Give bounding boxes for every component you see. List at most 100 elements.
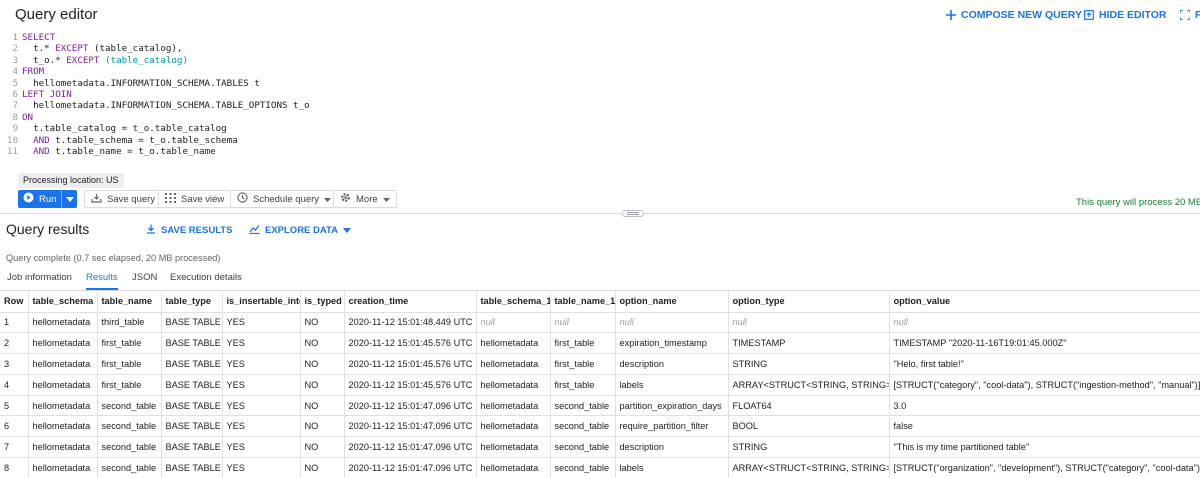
table-cell: third_table (97, 312, 162, 334)
explore-data-button[interactable]: EXPLORE DATA (249, 224, 352, 237)
table-cell: 2020-11-12 15:01:47.096 UTC (344, 395, 477, 417)
table-cell: BASE TABLE (161, 312, 223, 334)
table-row[interactable]: 4 hellometadata first_table BASE TABLE YES NO… (0, 374, 1200, 396)
code-line[interactable]: 7 hellometadata.INFORMATION_SCHEMA.TABLE… (0, 100, 1200, 111)
code-line[interactable]: 10 AND t.table_schema = t_o.table_schema (0, 135, 1200, 146)
table-cell: hellometadata (476, 457, 551, 478)
code-line[interactable]: 1 SELECT (0, 32, 1200, 43)
code-token: AND (33, 134, 50, 146)
table-cell: hellometadata (476, 436, 551, 459)
table-cell: null (889, 312, 1200, 334)
table-cell: description (615, 436, 729, 459)
table-cell: 1 (0, 312, 29, 334)
table-row[interactable]: 3 hellometadata first_table BASE TABLE YES NO… (0, 353, 1200, 375)
table-row[interactable]: 5 hellometadata second_table BASE TABLE YES N… (0, 395, 1200, 417)
table-cell: TIMESTAMP "2020-11-16T19:01:45.000Z" (889, 332, 1200, 355)
more-button[interactable]: More (333, 190, 397, 208)
table-cell: 5 (0, 395, 29, 417)
download-icon (146, 224, 156, 237)
gear-icon (340, 192, 351, 206)
tab-execution-details[interactable]: Execution details (170, 272, 242, 290)
table-row[interactable]: 1 hellometadata third_table BASE TABLE YES NO… (0, 312, 1200, 334)
table-row[interactable]: 8 hellometadata second_table BASE TABLE YES N… (0, 457, 1200, 478)
code-token: EXCEPT (55, 43, 89, 55)
tab-job-information[interactable]: Job information (7, 272, 72, 290)
code-token: SELECT (22, 32, 56, 43)
table-cell: second_table (97, 436, 162, 459)
table-cell: null (615, 312, 729, 334)
table-cell: STRING (728, 436, 890, 459)
code-line[interactable]: 11 AND t.table_name = t_o.table_name (0, 146, 1200, 157)
table-row[interactable]: 2 hellometadata first_table BASE TABLE YES NO… (0, 332, 1200, 355)
line-number: 11 (6, 146, 18, 157)
save-view-button[interactable]: Save view (158, 190, 232, 208)
save-results-button[interactable]: SAVE RESULTS (146, 224, 232, 237)
tab-json[interactable]: JSON (132, 272, 157, 290)
fullscreen-button[interactable]: FU (1180, 9, 1200, 21)
table-cell: NO (300, 312, 345, 334)
table-cell: hellometadata (28, 374, 98, 396)
code-token: FROM (22, 66, 45, 78)
compose-new-query-button[interactable]: COMPOSE NEW QUERY (946, 9, 1082, 21)
results-table: Row table_schema table_name table_type is_in… (0, 291, 1200, 478)
table-cell: NO (300, 415, 345, 438)
table-cell: BASE TABLE (161, 374, 223, 396)
code-token: t_o.* (22, 54, 67, 66)
caret-down-icon (324, 194, 332, 205)
table-cell: description (615, 353, 729, 375)
table-cell: BASE TABLE (161, 436, 223, 459)
line-number: 9 (12, 123, 18, 135)
table-cell: hellometadata (28, 436, 98, 459)
table-row[interactable]: 6 hellometadata second_table BASE TABLE YES N… (0, 415, 1200, 438)
table-cell: NO (300, 457, 345, 478)
more-label: More (356, 193, 378, 205)
table-cell: first_table (97, 332, 162, 355)
table-cell: BASE TABLE (161, 415, 223, 438)
resize-handle[interactable] (622, 210, 644, 217)
table-cell: false (889, 415, 1200, 438)
view-grid-icon (165, 192, 176, 206)
chart-icon (249, 224, 260, 237)
table-cell: labels (615, 457, 729, 478)
code-line[interactable]: 9 t.table_catalog = t_o.table_catalog (0, 123, 1200, 134)
table-cell: null (728, 312, 890, 334)
code-line[interactable]: 8 ON (0, 112, 1200, 123)
table-cell: second_table (550, 395, 616, 417)
table-cell: hellometadata (476, 395, 551, 417)
code-line[interactable]: 2 t.* EXCEPT (table_catalog), (0, 43, 1200, 54)
run-dropdown-button[interactable] (62, 190, 77, 208)
pane-divider (0, 213, 1200, 214)
run-label: Run (39, 193, 57, 205)
sql-code-editor[interactable]: 1 SELECT 2 t.* EXCEPT (table_catalog), 3 t_… (0, 31, 1200, 161)
table-cell: second_table (97, 415, 162, 438)
tab-results[interactable]: Results (86, 272, 118, 290)
code-token: t.table_catalog = t_o.table_catalog (22, 123, 227, 135)
table-cell: hellometadata (476, 415, 551, 438)
code-line[interactable]: 4 FROM (0, 66, 1200, 77)
schedule-query-button[interactable]: Schedule query (230, 190, 339, 208)
table-cell: 3 (0, 353, 29, 375)
table-cell: YES (222, 332, 301, 355)
hide-editor-icon (1084, 10, 1094, 20)
table-cell: hellometadata (476, 332, 551, 355)
code-line[interactable]: 5 hellometadata.INFORMATION_SCHEMA.TABLE… (0, 78, 1200, 89)
table-cell: hellometadata (28, 395, 98, 417)
run-button[interactable]: Run (18, 190, 77, 208)
table-cell: YES (222, 436, 301, 459)
line-number: 5 (12, 77, 18, 89)
column-header: option_value (889, 291, 1200, 313)
table-cell: second_table (550, 457, 616, 478)
hide-editor-button[interactable]: HIDE EDITOR (1084, 9, 1166, 21)
code-line[interactable]: 3 t_o.* EXCEPT (table_catalog) (0, 55, 1200, 66)
run-main[interactable]: Run (18, 190, 62, 208)
table-cell: expiration_timestamp (615, 332, 729, 355)
schedule-query-label: Schedule query (253, 193, 320, 205)
code-line[interactable]: 6 LEFT JOIN (0, 89, 1200, 100)
table-row[interactable]: 7 hellometadata second_table BASE TABLE YES N… (0, 436, 1200, 459)
query-toolbar: Run Save query Save view Schedule query (0, 190, 1200, 210)
code-token: (table_catalog) (99, 54, 188, 66)
table-cell: YES (222, 395, 301, 417)
play-icon (23, 192, 34, 206)
save-query-button[interactable]: Save query (84, 190, 163, 208)
